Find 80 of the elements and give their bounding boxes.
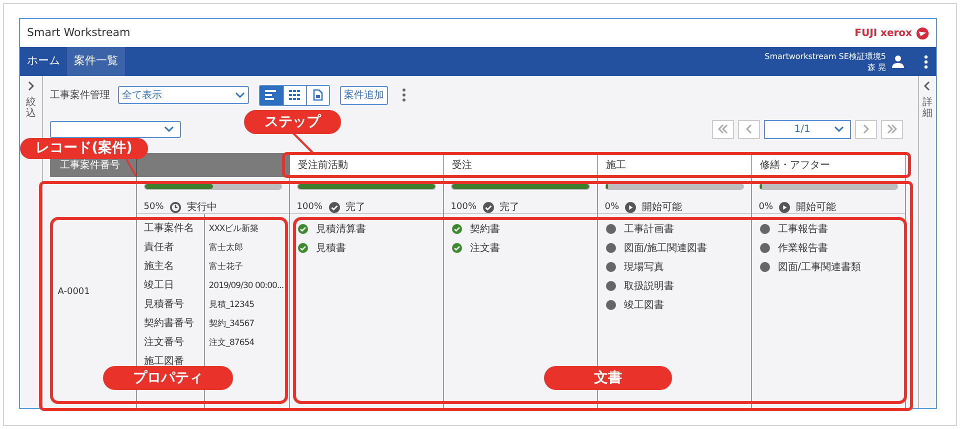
- check-circle-icon: [482, 202, 494, 213]
- view-select[interactable]: 全て表示: [118, 86, 249, 104]
- chevron-right-icon: [860, 124, 871, 134]
- document-name[interactable]: 作業報告書: [778, 240, 828, 256]
- document-name[interactable]: 現場写真: [624, 260, 664, 274]
- window-title: Smart Workstream: [27, 24, 130, 41]
- percent-text: 0%: [604, 200, 620, 214]
- view-toggle[interactable]: [282, 86, 306, 104]
- percent-text: 100%: [296, 200, 322, 214]
- property-value: XXXビル新築: [208, 223, 260, 236]
- property-value: 契約_34567: [208, 318, 256, 331]
- annotation-label: ステップ: [244, 110, 341, 134]
- list-view-icon: [265, 90, 278, 100]
- annotation-label: レコード(案件): [20, 138, 148, 159]
- view-toggle[interactable]: [260, 86, 283, 104]
- double-chevron-right-icon: [886, 124, 897, 134]
- chevron-left-icon: [744, 124, 754, 134]
- logo-icon: [916, 26, 929, 40]
- chevron-down-icon: [834, 124, 844, 134]
- status-text: 実行中: [186, 200, 217, 215]
- document-name[interactable]: 見積書: [316, 240, 346, 256]
- property-label: 施主名: [144, 260, 175, 274]
- document-name[interactable]: 図面/工事関連書類: [778, 260, 862, 274]
- document-name[interactable]: 工事報告書: [778, 222, 828, 236]
- grid-view-icon: [289, 90, 300, 100]
- property-value: 富士花子: [208, 260, 244, 274]
- annotation-label: 文書: [544, 366, 672, 390]
- view-toggle[interactable]: [306, 86, 329, 104]
- document-name[interactable]: 見積清算書: [316, 222, 366, 236]
- document-name[interactable]: 図面/施工関連図書: [624, 240, 708, 256]
- property-label: 責任者: [144, 241, 175, 255]
- property-value: 見積_12345: [208, 299, 256, 312]
- double-chevron-left-icon: [718, 124, 728, 134]
- chevron-down-icon: [164, 124, 174, 134]
- nav-tab[interactable]: 案件一覧: [67, 47, 125, 76]
- percent-text: 100%: [450, 200, 476, 214]
- document-icon: [312, 89, 323, 101]
- status-text: 完了: [346, 200, 366, 215]
- property-label: 見積番号: [144, 298, 185, 312]
- check-circle-icon: [328, 202, 340, 213]
- percent-text: 0%: [758, 200, 774, 214]
- status-text: 開始可能: [642, 200, 682, 215]
- panel-label: 詳細: [922, 97, 932, 119]
- page-select[interactable]: 1/1: [764, 120, 851, 138]
- property-label: 竣工日: [144, 279, 175, 293]
- play-circle-icon: [779, 202, 790, 213]
- more-icon[interactable]: [924, 54, 928, 68]
- panel-label: 絞込: [26, 97, 36, 119]
- environment-name: Smartworkstream SE検証環境5: [764, 50, 886, 62]
- more-icon[interactable]: [402, 88, 406, 102]
- logo-text: FUJI xerox: [854, 26, 912, 40]
- play-circle-icon: [625, 202, 636, 213]
- document-name[interactable]: 注文書: [470, 240, 500, 256]
- property-label: 契約書番号: [144, 317, 195, 331]
- property-label: 施工図番: [144, 355, 185, 369]
- document-name[interactable]: 工事計画書: [624, 222, 674, 236]
- chevron-down-icon: [234, 90, 245, 100]
- leader-line: [292, 132, 314, 154]
- status-text: 開始可能: [796, 200, 836, 215]
- add-case-button[interactable]: 案件追加: [340, 86, 388, 104]
- document-name[interactable]: 取扱説明書: [624, 278, 674, 294]
- nav-tab[interactable]: ホーム: [20, 47, 67, 76]
- filter-select[interactable]: [50, 120, 181, 138]
- property-label: 注文番号: [144, 336, 185, 350]
- percent-text: 50%: [144, 200, 164, 214]
- chevron-right-icon: [26, 81, 36, 91]
- property-label: 工事案件名: [144, 222, 195, 236]
- document-name[interactable]: 契約書: [470, 222, 500, 236]
- property-value: 2019/09/30 00:00...: [208, 280, 285, 293]
- document-name[interactable]: 竣工図書: [624, 298, 664, 312]
- toolbar-label: 工事案件管理: [50, 88, 110, 102]
- chevron-left-icon: [922, 81, 932, 91]
- user-icon[interactable]: [892, 55, 904, 68]
- annotation-label: プロパティ: [103, 366, 233, 390]
- property-value: 富士太郎: [208, 242, 244, 255]
- user-name: 森 晃: [867, 62, 886, 72]
- clock-icon: [170, 202, 181, 213]
- case-number: A-0001: [58, 286, 90, 299]
- property-value: 注文_87654: [208, 337, 256, 350]
- status-text: 完了: [500, 200, 520, 215]
